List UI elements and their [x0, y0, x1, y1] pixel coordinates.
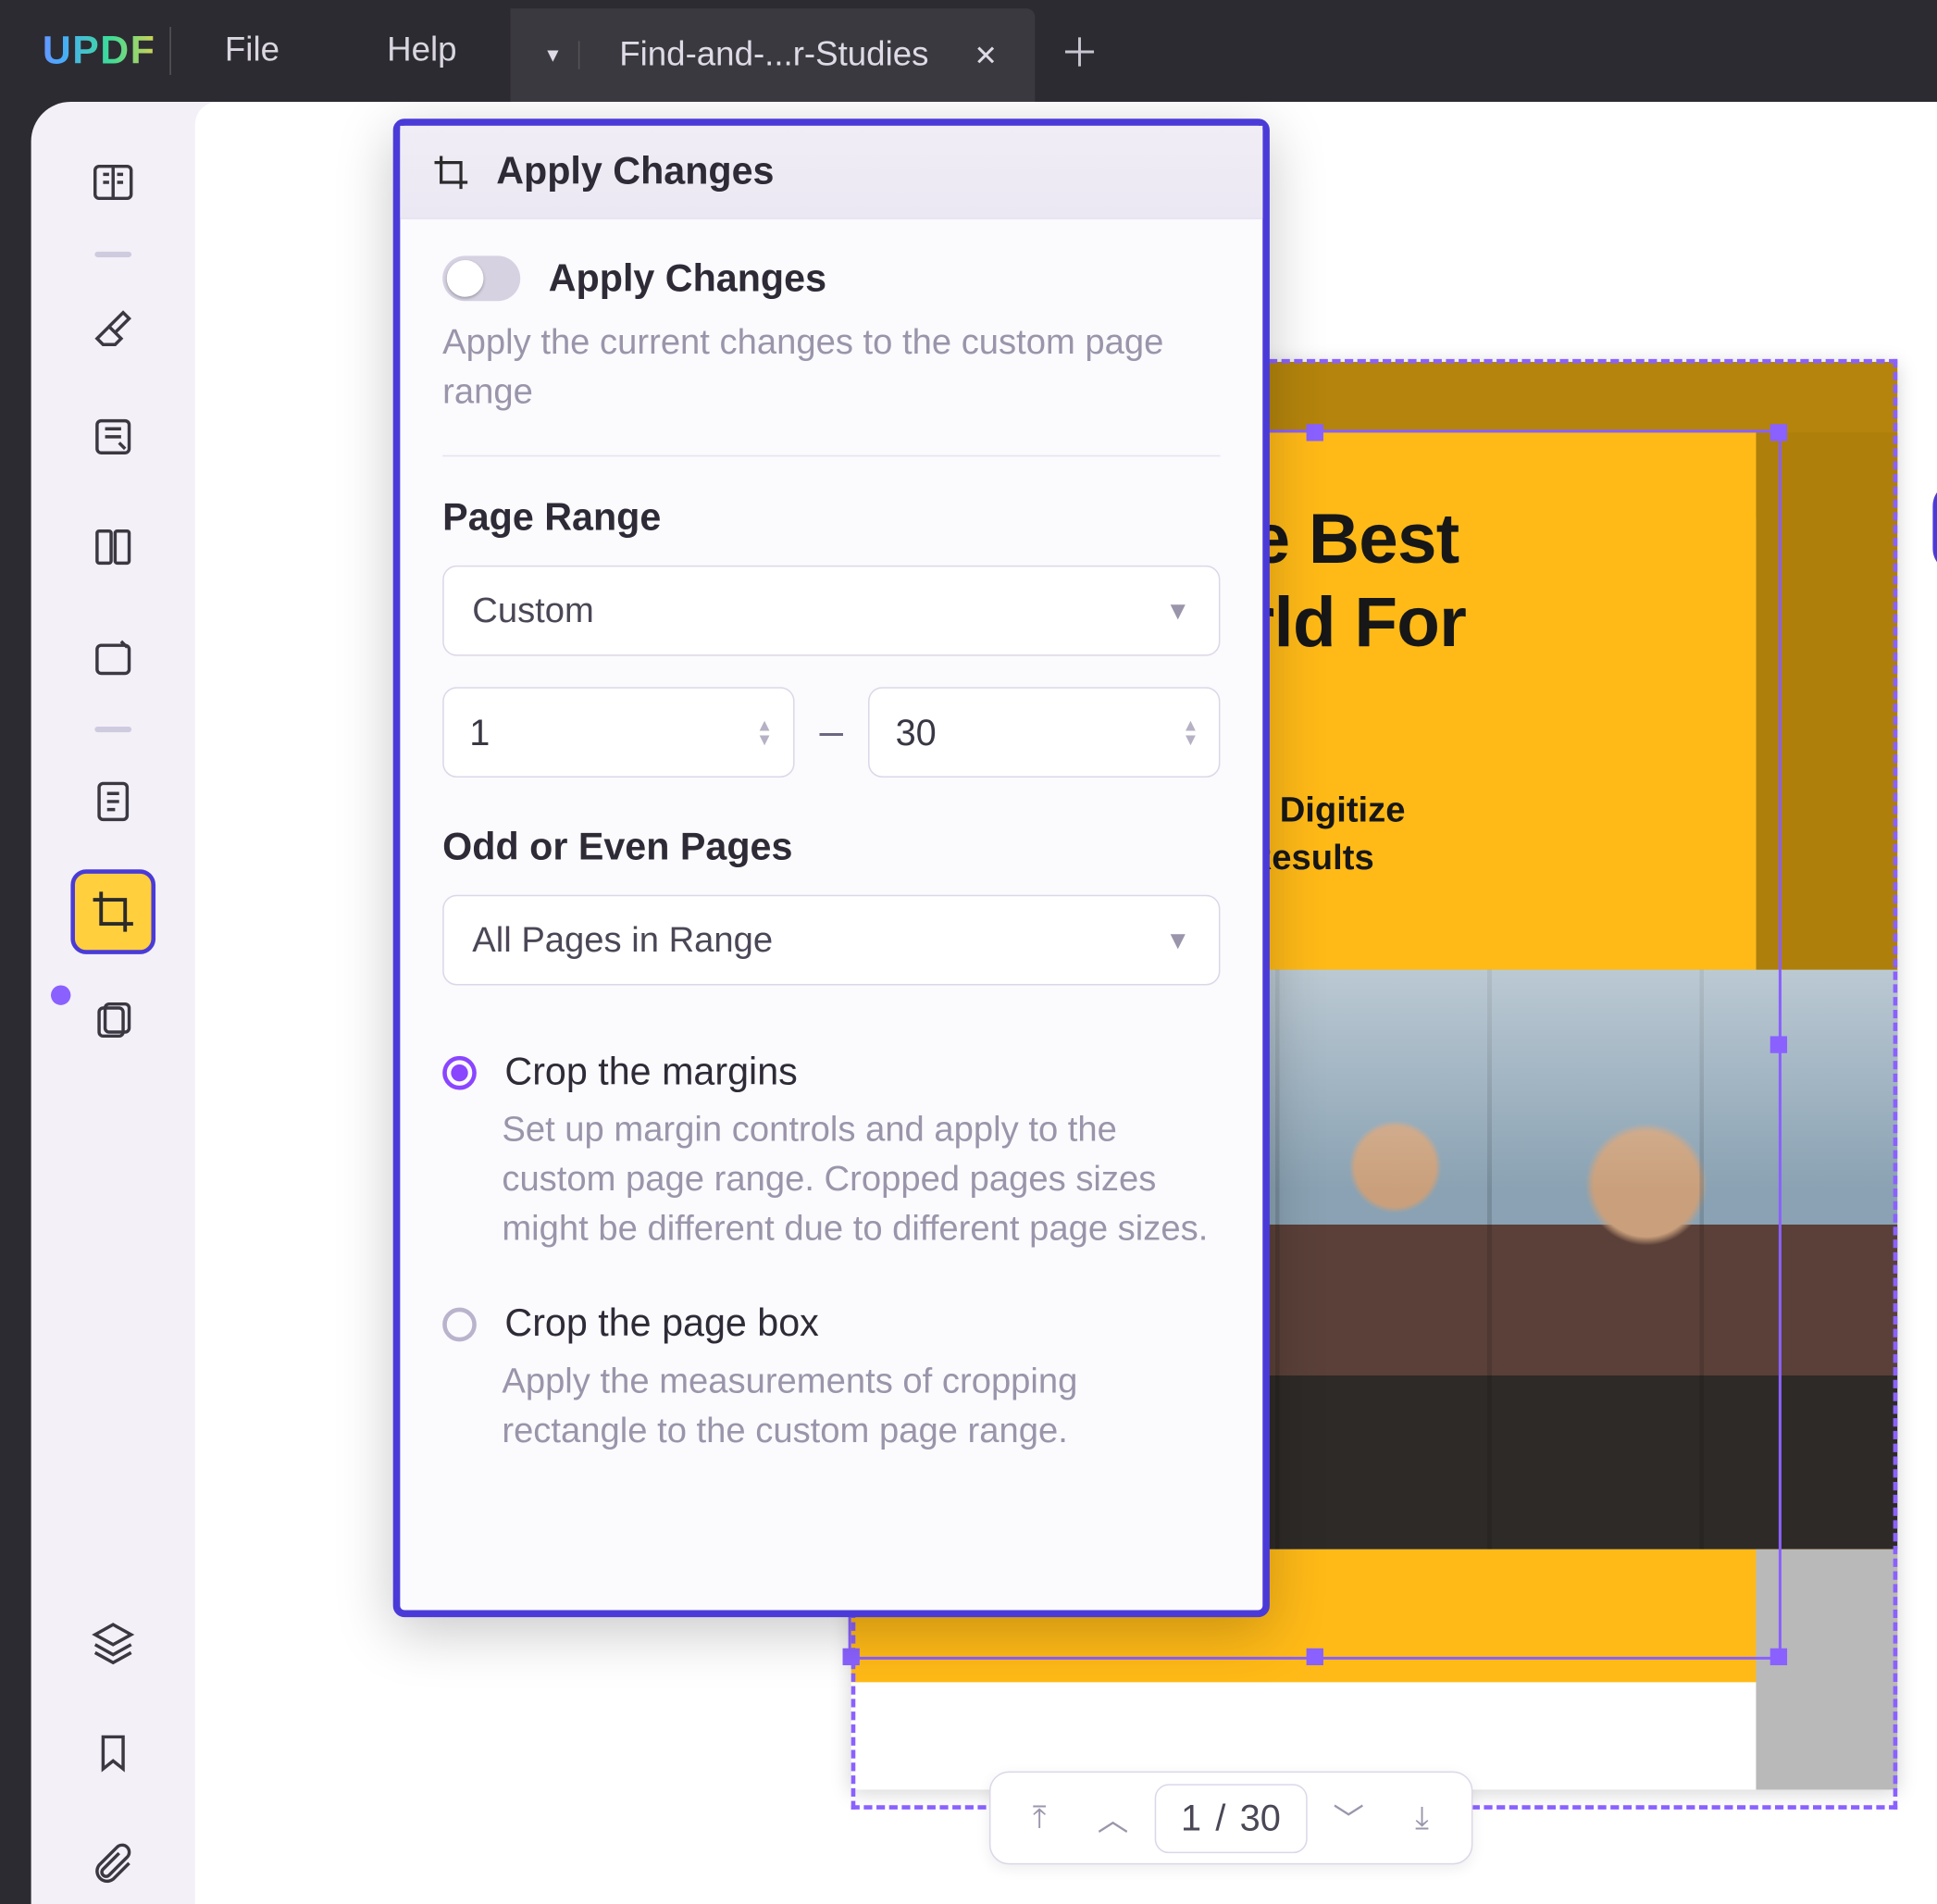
crop-handle[interactable] [1770, 1649, 1787, 1665]
page-range-value: Custom [472, 591, 594, 631]
next-page-button[interactable]: ﹀ [1316, 1786, 1381, 1850]
highlight-tool-icon[interactable] [72, 285, 155, 367]
organize-pages-icon[interactable] [72, 981, 155, 1064]
page-navigator: ⤒ ︿ 1 / 30 ﹀ ⤓ [988, 1772, 1472, 1865]
page-sep: / [1215, 1796, 1225, 1839]
crop-handle[interactable] [1307, 424, 1323, 441]
chevron-down-icon: ▼ [1165, 926, 1190, 955]
radio-checked-icon[interactable] [442, 1055, 477, 1089]
panel-title: Apply Changes [496, 150, 774, 193]
menu-file[interactable]: File [171, 31, 333, 71]
crop-icon [431, 152, 471, 192]
radio-unchecked-icon[interactable] [442, 1307, 477, 1341]
layers-icon[interactable] [72, 1601, 155, 1684]
crop-margins-desc: Set up margin controls and apply to the … [502, 1105, 1220, 1253]
prev-page-button[interactable]: ︿ [1080, 1786, 1145, 1850]
odd-even-select[interactable]: All Pages in Range ▼ [442, 895, 1220, 986]
close-tab-icon[interactable]: ✕ [954, 37, 998, 72]
stepper-icon[interactable]: ▲▼ [1182, 718, 1198, 747]
page-number-field[interactable]: 1 / 30 [1154, 1784, 1308, 1853]
active-tool-indicator [51, 985, 70, 1004]
odd-even-heading: Odd or Even Pages [442, 826, 1220, 869]
crop-pagebox-label: Crop the page box [504, 1302, 818, 1346]
stepper-icon[interactable]: ▲▼ [756, 718, 773, 747]
range-dash: – [820, 708, 843, 756]
total-pages: 30 [1240, 1796, 1281, 1839]
apply-changes-toggle-label: Apply Changes [549, 256, 826, 300]
tab-menu-icon[interactable]: ▾ [547, 41, 579, 69]
edit-text-tool-icon[interactable] [72, 396, 155, 479]
tab-title: Find-and-...r-Studies [619, 35, 928, 75]
last-page-button[interactable]: ⤓ [1389, 1786, 1454, 1850]
reader-mode-icon[interactable] [72, 142, 155, 224]
apply-changes-panel: Apply Changes Apply Changes Apply the cu… [393, 118, 1270, 1617]
bookmark-icon[interactable] [72, 1711, 155, 1794]
apply-changes-help: Apply the current changes to the custom … [442, 318, 1220, 416]
separator [94, 252, 131, 257]
crop-margins-label: Crop the margins [504, 1051, 797, 1094]
new-tab-button[interactable]: ＋ [1035, 0, 1125, 102]
crop-handle[interactable] [1770, 1036, 1787, 1052]
app-logo: UPDF [0, 29, 169, 74]
ocr-tool-icon[interactable] [72, 761, 155, 843]
page-to-field[interactable]: 30 ▲▼ [869, 687, 1221, 778]
crop-pagebox-option[interactable]: Crop the page box [442, 1302, 1220, 1346]
crop-margins-option[interactable]: Crop the margins [442, 1051, 1220, 1094]
page-range-select[interactable]: Custom ▼ [442, 566, 1220, 656]
separator [94, 727, 131, 732]
crop-handle[interactable] [1307, 1649, 1323, 1665]
document-tab[interactable]: ▾ Find-and-...r-Studies ✕ [511, 8, 1035, 102]
menu-help[interactable]: Help [333, 31, 511, 71]
crop-handle[interactable] [843, 1649, 860, 1665]
first-page-button[interactable]: ⤒ [1007, 1786, 1072, 1850]
attachment-icon[interactable] [72, 1823, 155, 1904]
apply-changes-toggle[interactable] [442, 255, 520, 301]
crop-tool-icon[interactable] [72, 871, 155, 953]
sign-tool-icon[interactable] [72, 616, 155, 699]
document-canvas[interactable]: Crop ply For the Best n The World For r … [195, 102, 1937, 1904]
form-tool-icon[interactable] [72, 506, 155, 589]
chevron-down-icon: ▼ [1165, 596, 1190, 626]
current-page: 1 [1181, 1796, 1201, 1839]
crop-pagebox-desc: Apply the measurements of cropping recta… [502, 1357, 1220, 1456]
page-from-field[interactable]: 1 ▲▼ [442, 687, 794, 778]
odd-even-value: All Pages in Range [472, 919, 773, 960]
page-range-heading: Page Range [442, 496, 1220, 540]
crop-handle[interactable] [1770, 424, 1787, 441]
